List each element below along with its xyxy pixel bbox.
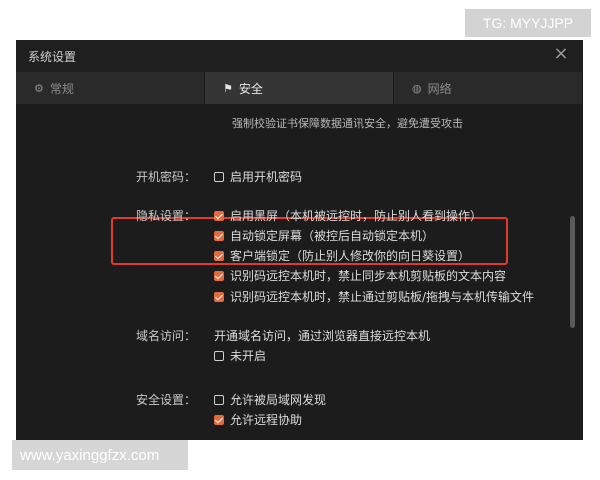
checkbox-checked xyxy=(214,414,224,425)
auto-lock-checkbox[interactable]: 自动锁定屏幕（被控后自动锁定本机） xyxy=(214,227,434,244)
privacy-label: 隐私设置： xyxy=(136,209,197,223)
watermark-bottom: www.yaxinggfzx.com xyxy=(12,440,188,470)
checkbox-label: 未开启 xyxy=(230,349,267,363)
checkbox-unchecked xyxy=(214,171,224,182)
lan-discovery-checkbox[interactable]: 允许被局域网发现 xyxy=(214,391,326,408)
watermark-top: TG: MYYJJPP xyxy=(465,9,591,37)
checkbox-label: 允许被局域网发现 xyxy=(230,393,327,407)
safety-label: 安全设置： xyxy=(136,393,197,407)
checkbox-unchecked xyxy=(214,394,224,405)
checkbox-label: 自动锁定屏幕（被控后自动锁定本机） xyxy=(230,229,435,243)
gear-icon: ⚙ xyxy=(34,81,44,95)
checkbox-label: 启用黑屏（本机被远控时，防止别人看到操作） xyxy=(230,209,483,223)
boot-password-label: 开机密码： xyxy=(136,170,197,184)
tab-label: 常规 xyxy=(49,81,74,96)
file-transfer-checkbox[interactable]: 识别码远控本机时，禁止通过剪贴板/拖拽与本机传输文件 xyxy=(214,288,534,305)
tab-label: 安全 xyxy=(238,81,263,96)
window-title: 系统设置 xyxy=(28,50,77,64)
security-panel: 强制校验证书保障数据通讯安全，避免遭受攻击 开机密码： 启用开机密码 隐私设置：… xyxy=(16,104,583,440)
checkbox-checked xyxy=(214,291,224,302)
checkbox-label: 识别码远控本机时，禁止同步本机剪贴板的文本内容 xyxy=(230,269,507,283)
domain-access-description: 开通域名访问，通过浏览器直接远控本机 xyxy=(214,327,430,344)
tab-network[interactable]: ◍ 网络 xyxy=(394,72,583,104)
globe-icon: ◍ xyxy=(412,81,422,95)
title-bar: 系统设置 × xyxy=(16,40,583,72)
tab-general[interactable]: ⚙ 常规 xyxy=(16,72,205,104)
checkbox-label: 允许远程协助 xyxy=(230,413,303,427)
checkbox-unchecked xyxy=(214,350,224,361)
description-text: 开通域名访问，通过浏览器直接远控本机 xyxy=(214,329,431,343)
checkbox-checked xyxy=(214,250,224,261)
client-lock-checkbox[interactable]: 客户端锁定（防止别人修改你的向日葵设置） xyxy=(214,247,470,264)
tab-label: 网络 xyxy=(427,81,452,96)
checkbox-label: 启用开机密码 xyxy=(230,170,303,184)
remote-assist-checkbox[interactable]: 允许远程协助 xyxy=(214,411,302,428)
checkbox-checked xyxy=(214,210,224,221)
tab-security[interactable]: ⚑ 安全 xyxy=(205,72,394,104)
tab-bar: ⚙ 常规 ⚑ 安全 ◍ 网络 xyxy=(16,72,583,104)
vertical-scrollbar[interactable] xyxy=(570,216,575,328)
checkbox-label: 客户端锁定（防止别人修改你的向日葵设置） xyxy=(230,249,471,263)
domain-access-checkbox[interactable]: 未开启 xyxy=(214,347,266,364)
checkbox-checked xyxy=(214,230,224,241)
close-icon[interactable]: × xyxy=(551,44,571,64)
checkbox-checked xyxy=(214,270,224,281)
settings-window: 系统设置 × ⚙ 常规 ⚑ 安全 ◍ 网络 强制校验证书保障数据通讯安全，避免遭… xyxy=(16,40,583,440)
domain-access-label: 域名访问： xyxy=(136,329,197,343)
blackscreen-checkbox[interactable]: 启用黑屏（本机被远控时，防止别人看到操作） xyxy=(214,207,482,224)
clipboard-text-checkbox[interactable]: 识别码远控本机时，禁止同步本机剪贴板的文本内容 xyxy=(214,267,506,284)
checkbox-label: 识别码远控本机时，禁止通过剪贴板/拖拽与本机传输文件 xyxy=(230,290,535,304)
certificate-hint: 强制校验证书保障数据通讯安全，避免遭受攻击 xyxy=(232,117,463,130)
boot-password-checkbox[interactable]: 启用开机密码 xyxy=(214,168,302,185)
shield-icon: ⚑ xyxy=(223,81,233,95)
